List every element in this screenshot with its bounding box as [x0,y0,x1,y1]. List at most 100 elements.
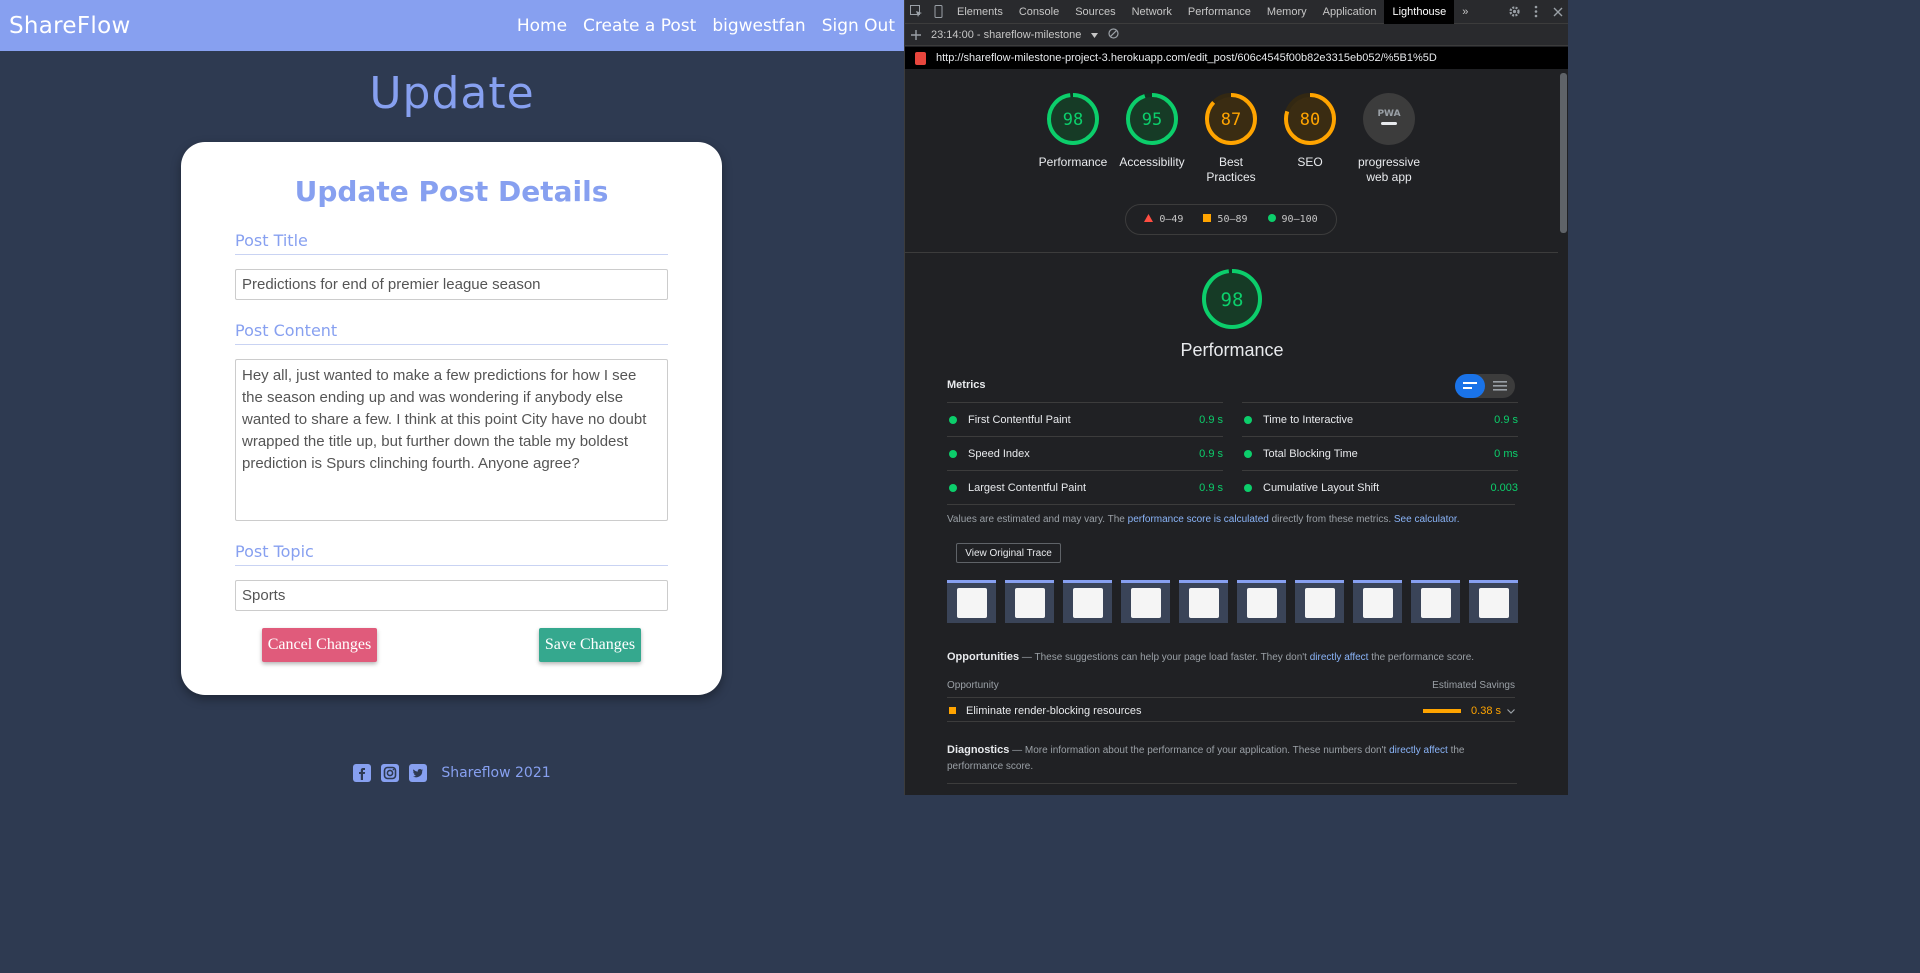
pass-circle-icon [949,483,957,492]
metric-cumulative-layout-shift: Cumulative Layout Shift 0.003 [1242,470,1518,504]
devtools-window-controls [1503,0,1568,24]
filmstrip-frame [1469,580,1518,623]
post-topic-label: Post Topic [235,542,668,566]
view-original-trace-button[interactable]: View Original Trace [956,543,1061,563]
tab-sources[interactable]: Sources [1067,0,1123,24]
expanded-view-icon[interactable] [1485,374,1515,398]
score-calculated-link[interactable]: performance score is calculated [1128,514,1269,525]
gauge-best-practices-label: Best Practices [1206,155,1256,184]
dropdown-caret-icon[interactable] [1091,29,1099,41]
tab-console[interactable]: Console [1011,0,1067,24]
site-viewport: ShareFlow Home Create a Post bigwestfan … [0,0,904,795]
opportunity-row[interactable]: Eliminate render-blocking resources 0.38… [947,700,1515,722]
svg-text:95: 95 [1142,110,1162,130]
directly-affect-link[interactable]: directly affect [1310,652,1369,663]
svg-text:PWA: PWA [1377,109,1400,119]
svg-text:98: 98 [1063,110,1083,130]
clear-reports-icon[interactable] [1108,27,1120,42]
report-select-dropdown[interactable]: 23:14:00 - shareflow-milestone [931,29,1081,41]
svg-text:98: 98 [1221,289,1244,311]
nav-home-link[interactable]: Home [517,16,567,36]
gauge-best-practices-ring: 87 [1205,93,1257,145]
metrics-bottom-divider [947,504,1515,505]
performance-section-title: Performance [1180,340,1284,360]
diagnostics-directly-affect-link[interactable]: directly affect [1389,745,1448,756]
new-report-icon[interactable] [911,27,921,43]
tab-lighthouse[interactable]: Lighthouse [1384,0,1455,24]
filmstrip-frame [1353,580,1402,623]
square-icon [1203,214,1212,225]
report-url-bar: http://shareflow-milestone-project-3.her… [905,47,1568,69]
legend-fail: 0–49 [1144,214,1183,225]
devtools-tabbar: Elements Console Sources Network Perform… [905,0,1568,24]
lighthouse-toolbar: 23:14:00 - shareflow-milestone [905,24,1568,46]
nav-sign-out-link[interactable]: Sign Out [822,16,895,36]
inspect-element-icon[interactable] [905,0,927,24]
more-tabs-button[interactable]: » [1454,0,1476,24]
tab-network[interactable]: Network [1124,0,1180,24]
pass-circle-icon [949,415,957,424]
scrollbar-thumb[interactable] [1560,73,1567,233]
pwa-badge-icon: PWA [1363,93,1415,145]
tab-elements[interactable]: Elements [949,0,1011,24]
report-url[interactable]: http://shareflow-milestone-project-3.her… [936,52,1437,64]
svg-text:87: 87 [1221,110,1241,130]
gauge-performance-ring: 98 [1047,93,1099,145]
opportunities-heading: Opportunities — These suggestions can he… [947,651,1475,663]
brand-logo[interactable]: ShareFlow [9,13,131,39]
card-title: Update Post Details [294,175,609,208]
filmstrip-frame [1063,580,1112,623]
chevron-down-icon[interactable] [1507,705,1515,717]
metrics-heading: Metrics [947,379,986,391]
post-content-textarea[interactable]: Hey all, just wanted to make a few predi… [235,359,668,521]
svg-text:80: 80 [1300,110,1320,130]
opportunity-table-header: Opportunity Estimated Savings [947,680,1515,698]
more-options-icon[interactable] [1525,0,1547,24]
performance-large-ring: 98 [1202,269,1262,329]
devtools-panel: Elements Console Sources Network Perform… [904,0,1568,795]
tab-application[interactable]: Application [1315,0,1385,24]
filmstrip-frame [1411,580,1460,623]
close-devtools-icon[interactable] [1547,0,1568,24]
metric-speed-index: Speed Index 0.9 s [947,436,1223,470]
lighthouse-logo-icon [915,51,926,65]
device-toggle-icon[interactable] [927,0,949,24]
save-changes-button[interactable]: Save Changes [539,628,641,662]
tab-memory[interactable]: Memory [1259,0,1315,24]
pass-circle-icon [1244,415,1252,424]
metrics-view-toggle[interactable] [1455,374,1515,398]
tab-performance[interactable]: Performance [1180,0,1259,24]
metrics-note: Values are estimated and may vary. The p… [947,514,1460,525]
nav-links: Home Create a Post bigwestfan Sign Out [501,16,895,36]
metric-largest-contentful-paint: Largest Contentful Paint 0.9 s [947,470,1223,504]
post-title-label: Post Title [235,231,668,255]
average-square-icon [949,707,956,714]
filmstrip-frame [1237,580,1286,623]
nav-create-post-link[interactable]: Create a Post [583,16,696,36]
post-topic-select[interactable]: Sports [235,580,668,611]
cancel-changes-button[interactable]: Cancel Changes [262,628,377,662]
post-title-input[interactable]: Predictions for end of premier league se… [235,269,668,300]
pass-circle-icon [1244,483,1252,492]
legend-pass: 90–100 [1267,214,1318,225]
performance-large-gauge: 98 [1201,268,1263,335]
pass-circle-icon [949,449,957,458]
legend-average: 50–89 [1203,214,1248,225]
footer-copyright: Shareflow 2021 [441,765,551,781]
instagram-icon[interactable] [381,764,400,782]
diagnostics-divider [947,783,1517,784]
facebook-icon[interactable] [353,764,372,782]
settings-gear-icon[interactable] [1503,0,1525,24]
filmstrip-frame [1179,580,1228,623]
filmstrip-frame [1295,580,1344,623]
gauge-pwa[interactable]: PWA progressive web app [1339,92,1439,185]
see-calculator-link[interactable]: See calculator. [1394,514,1460,525]
filmstrip-frame [947,580,996,623]
compact-view-icon[interactable] [1455,374,1485,398]
devtools-scrollbar[interactable] [1558,69,1568,795]
nav-profile-link[interactable]: bigwestfan [712,16,805,36]
navbar: ShareFlow Home Create a Post bigwestfan … [0,0,904,51]
twitter-icon[interactable] [409,764,428,782]
savings-bar [1423,708,1462,713]
footer: Shareflow 2021 [0,764,904,782]
